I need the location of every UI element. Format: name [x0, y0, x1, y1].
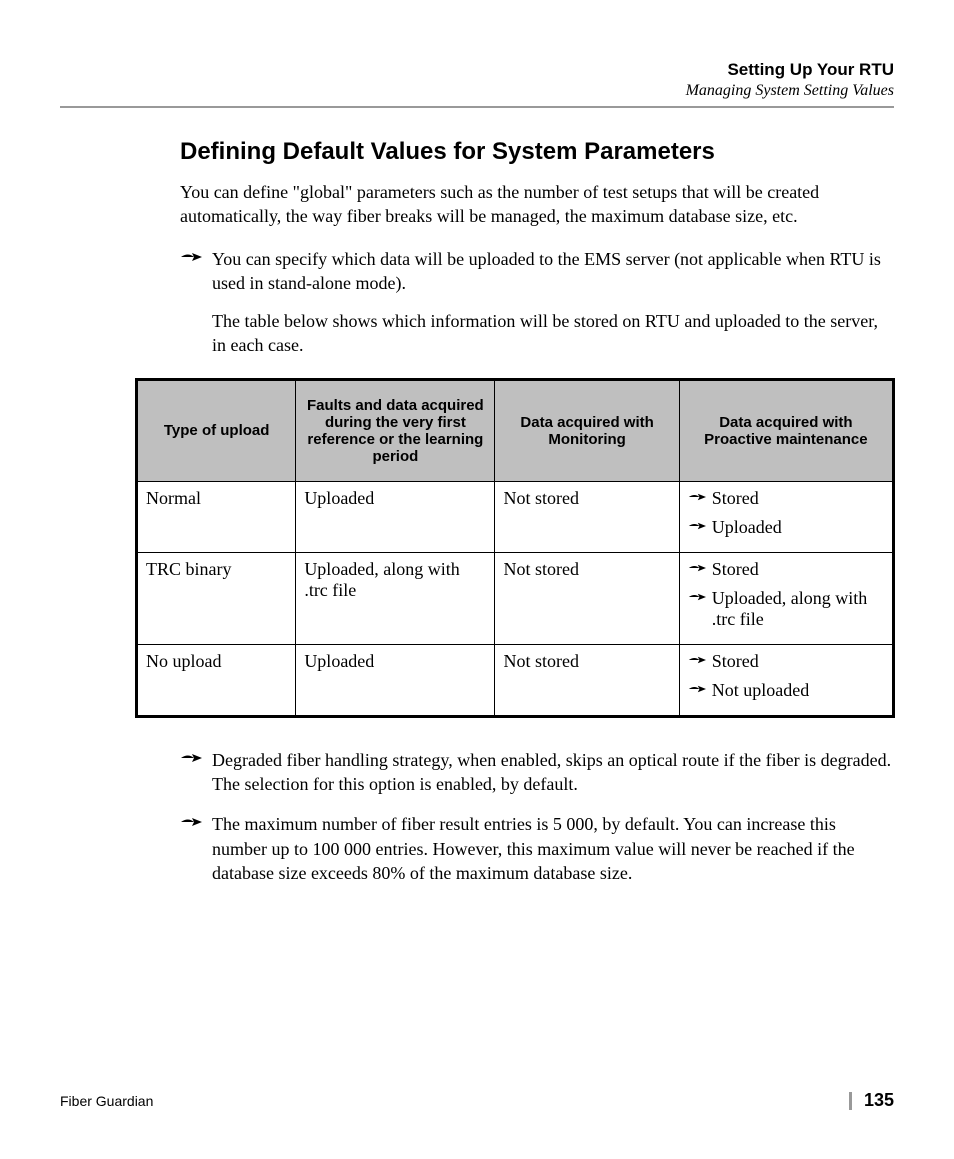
arrow-icon	[688, 591, 706, 603]
page: Setting Up Your RTU Managing System Sett…	[0, 0, 954, 1159]
list-text: Stored	[712, 559, 759, 579]
cell-proactive: Stored Not uploaded	[679, 644, 893, 716]
bottom-bullet-list: Degraded fiber handling strategy, when e…	[180, 748, 894, 885]
list-item: Uploaded	[688, 517, 884, 538]
list-text: Uploaded	[712, 517, 782, 537]
top-bullet-p2: The table below shows which information …	[212, 309, 894, 358]
cell-monitoring: Not stored	[495, 481, 679, 552]
upload-table: Type of upload Faults and data acquired …	[135, 378, 895, 718]
content-block: Defining Default Values for System Param…	[180, 138, 894, 358]
list-text: Stored	[712, 488, 759, 508]
cell-type: TRC binary	[137, 552, 296, 644]
cell-type: No upload	[137, 644, 296, 716]
cell-faults: Uploaded	[296, 481, 495, 552]
th-faults: Faults and data acquired during the very…	[296, 379, 495, 481]
header-divider	[60, 106, 894, 108]
arrow-icon	[180, 751, 202, 765]
footer-page-wrap: 135	[849, 1090, 894, 1111]
bottom-bullet-item: Degraded fiber handling strategy, when e…	[180, 748, 894, 797]
list-text: Stored	[712, 651, 759, 671]
bottom-bullet-item: The maximum number of fiber result entri…	[180, 812, 894, 885]
footer-product: Fiber Guardian	[60, 1093, 153, 1109]
table-row: Normal Uploaded Not stored Stored Upload…	[137, 481, 894, 552]
arrow-icon	[688, 491, 706, 503]
arrow-icon	[180, 250, 202, 264]
list-item: Stored	[688, 559, 884, 580]
footer-bar-icon	[849, 1092, 852, 1110]
bullet-text: Degraded fiber handling strategy, when e…	[212, 750, 891, 794]
list-text: Uploaded, along with .trc file	[712, 588, 867, 629]
list-text: Not uploaded	[712, 680, 809, 700]
list-item: Stored	[688, 488, 884, 509]
top-bullet-p1: You can specify which data will be uploa…	[212, 247, 894, 296]
th-proactive: Data acquired with Proactive maintenance	[679, 379, 893, 481]
arrow-icon	[688, 562, 706, 574]
cell-monitoring: Not stored	[495, 644, 679, 716]
table-row: No upload Uploaded Not stored Stored Not…	[137, 644, 894, 716]
list-item: Stored	[688, 651, 884, 672]
cell-type: Normal	[137, 481, 296, 552]
bottom-content: Degraded fiber handling strategy, when e…	[180, 748, 894, 885]
cell-monitoring: Not stored	[495, 552, 679, 644]
footer-page-number: 135	[864, 1090, 894, 1111]
cell-proactive: Stored Uploaded	[679, 481, 893, 552]
cell-proactive: Stored Uploaded, along with .trc file	[679, 552, 893, 644]
page-heading: Defining Default Values for System Param…	[180, 138, 894, 166]
top-bullet-list: You can specify which data will be uploa…	[180, 247, 894, 358]
list-item: Uploaded, along with .trc file	[688, 588, 884, 630]
table-row: TRC binary Uploaded, along with .trc fil…	[137, 552, 894, 644]
bullet-text: The maximum number of fiber result entri…	[212, 814, 855, 883]
top-bullet-item: You can specify which data will be uploa…	[180, 247, 894, 358]
arrow-icon	[688, 683, 706, 695]
section-title: Managing System Setting Values	[60, 82, 894, 100]
arrow-icon	[688, 654, 706, 666]
list-item: Not uploaded	[688, 680, 884, 701]
cell-faults: Uploaded, along with .trc file	[296, 552, 495, 644]
intro-paragraph: You can define "global" parameters such …	[180, 180, 894, 229]
th-type: Type of upload	[137, 379, 296, 481]
th-monitoring: Data acquired with Monitoring	[495, 379, 679, 481]
chapter-title: Setting Up Your RTU	[60, 60, 894, 80]
arrow-icon	[688, 520, 706, 532]
arrow-icon	[180, 815, 202, 829]
cell-faults: Uploaded	[296, 644, 495, 716]
running-head: Setting Up Your RTU Managing System Sett…	[60, 60, 894, 100]
page-footer: Fiber Guardian 135	[60, 1090, 894, 1111]
table-header-row: Type of upload Faults and data acquired …	[137, 379, 894, 481]
